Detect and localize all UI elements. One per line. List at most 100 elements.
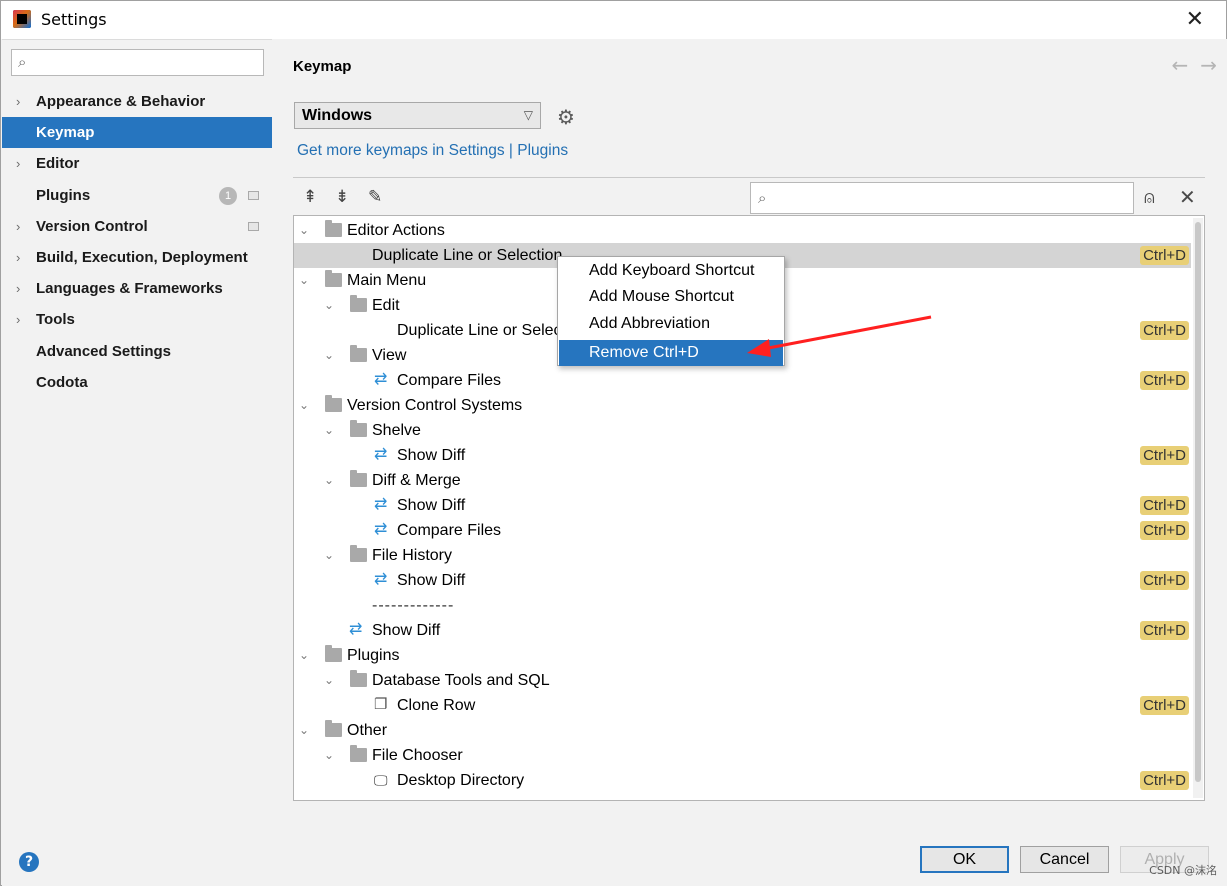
chevron-down-icon[interactable]: ⌄ (324, 293, 334, 318)
chevron-down-icon[interactable]: ⌄ (324, 418, 334, 443)
tree-row-label: Editor Actions (347, 222, 445, 239)
sidebar-item-plugins[interactable]: Plugins 1 (2, 180, 272, 211)
chevron-down-icon[interactable]: ⌄ (299, 218, 309, 243)
find-by-shortcut-icon[interactable]: ⍝ (1144, 187, 1155, 208)
tree-row[interactable]: ⇄ Show Diff Ctrl+D (294, 493, 1191, 518)
expand-all-icon[interactable]: ⇞ (303, 187, 317, 207)
chevron-right-icon[interactable]: › (16, 273, 20, 304)
back-arrow-icon[interactable]: ← (1171, 53, 1188, 77)
gear-icon[interactable]: ⚙ (557, 105, 575, 129)
tree-row[interactable]: ⇄ Show Diff Ctrl+D (294, 568, 1191, 593)
chevron-down-icon[interactable]: ⌄ (324, 343, 334, 368)
sidebar-nav: › Appearance & Behavior Keymap › Editor … (2, 86, 272, 398)
sidebar-search-input[interactable] (38, 52, 258, 73)
keymap-panel: Keymap ← → Windows ▽ ⚙ Get more keymaps i… (272, 39, 1227, 833)
cancel-button[interactable]: Cancel (1020, 846, 1109, 873)
sidebar-item-advanced-settings[interactable]: Advanced Settings (2, 336, 272, 367)
tree-row-label: Compare Files (397, 372, 502, 389)
tree-row-label: Show Diff (397, 497, 466, 514)
chevron-down-icon[interactable]: ⌄ (324, 743, 334, 768)
chevron-down-icon[interactable]: ⌄ (299, 268, 309, 293)
compare-diff-icon: ⇄ (374, 521, 388, 538)
tree-row[interactable]: ⌄ Database Tools and SQL (294, 668, 1191, 693)
close-icon[interactable]: ✕ (1186, 7, 1204, 32)
sidebar-item-label: Advanced Settings (36, 342, 172, 360)
sidebar-item-version-control[interactable]: › Version Control (2, 211, 272, 242)
sidebar-item-codota[interactable]: Codota (2, 367, 272, 398)
chevron-right-icon[interactable]: › (16, 242, 20, 273)
chevron-down-icon[interactable]: ⌄ (299, 393, 309, 418)
shortcut-badge: Ctrl+D (1140, 521, 1189, 540)
sidebar-search[interactable]: ⌕ (11, 49, 264, 76)
sidebar-item-label: Build, Execution, Deployment (36, 248, 248, 266)
tree-row[interactable]: ⇄ Compare Files Ctrl+D (294, 518, 1191, 543)
folder-icon (325, 270, 342, 287)
sidebar-item-build-execution-deployment[interactable]: › Build, Execution, Deployment (2, 242, 272, 273)
chevron-right-icon[interactable]: › (16, 86, 20, 117)
tree-row[interactable]: ⌄ File Chooser (294, 743, 1191, 768)
tree-row[interactable]: ❐ Clone Row Ctrl+D (294, 693, 1191, 718)
tree-row-label: Main Menu (347, 272, 427, 289)
sidebar-item-appearance-behavior[interactable]: › Appearance & Behavior (2, 86, 272, 117)
tree-row[interactable]: ⇄ Compare Files Ctrl+D (294, 368, 1191, 393)
tree-row[interactable]: 🖵 Desktop Directory Ctrl+D (294, 768, 1191, 793)
folder-icon (350, 670, 367, 687)
tree-row[interactable]: ⌄ Diff & Merge (294, 468, 1191, 493)
get-more-keymaps-link[interactable]: Get more keymaps in Settings | Plugins (297, 142, 568, 160)
menu-item-add-keyboard-shortcut[interactable]: Add Keyboard Shortcut (559, 258, 783, 284)
folder-icon (325, 395, 342, 412)
tree-row-label: Other (347, 722, 388, 739)
keymap-dropdown-value: Windows (302, 107, 373, 124)
tree-row[interactable]: ⇄ Show Diff Ctrl+D (294, 443, 1191, 468)
sidebar-item-label: Editor (36, 155, 80, 173)
clear-filter-icon[interactable]: ✕ (1179, 185, 1196, 209)
page-title: Keymap (293, 58, 352, 75)
tree-row-label: Edit (372, 297, 400, 314)
action-filter-search[interactable]: ⌕ (750, 182, 1134, 214)
tree-row-separator: ------------- (294, 593, 1191, 618)
forward-arrow-icon[interactable]: → (1200, 53, 1217, 77)
dialog-footer: ? OK Cancel Apply CSDN @沫洺 (2, 833, 1227, 886)
ok-button[interactable]: OK (920, 846, 1009, 873)
chevron-right-icon[interactable]: › (16, 304, 20, 335)
action-filter-input[interactable] (779, 188, 1119, 208)
chevron-down-icon[interactable]: ⌄ (324, 543, 334, 568)
clone-row-icon: ❐ (374, 696, 388, 713)
compare-diff-icon: ⇄ (374, 371, 388, 388)
folder-icon (350, 295, 367, 312)
tree-row[interactable]: ⌄ Plugins (294, 643, 1191, 668)
keymap-dropdown[interactable]: Windows ▽ (294, 102, 541, 129)
collapse-all-icon[interactable]: ⇟ (335, 187, 349, 207)
chevron-right-icon[interactable]: › (16, 148, 20, 179)
search-icon: ⌕ (758, 189, 767, 207)
chevron-down-icon[interactable]: ⌄ (299, 643, 309, 668)
scrollbar-thumb[interactable] (1195, 222, 1201, 782)
shortcut-badge: Ctrl+D (1140, 321, 1189, 340)
tree-row-label: Diff & Merge (372, 472, 461, 489)
tree-row-label: Desktop Directory (397, 772, 525, 789)
sidebar-item-tools[interactable]: › Tools (2, 304, 272, 335)
tree-row[interactable]: ⌄ Version Control Systems (294, 393, 1191, 418)
chevron-down-icon[interactable]: ⌄ (299, 718, 309, 743)
chevron-down-icon[interactable]: ⌄ (324, 468, 334, 493)
tree-row-label: Show Diff (372, 622, 441, 639)
tree-row[interactable]: ⌄ Shelve (294, 418, 1191, 443)
menu-item-add-mouse-shortcut[interactable]: Add Mouse Shortcut (559, 284, 783, 310)
shortcut-badge: Ctrl+D (1140, 246, 1189, 265)
tree-row[interactable]: ⌄ File History (294, 543, 1191, 568)
tree-row-label: File History (372, 547, 453, 564)
sidebar-item-keymap[interactable]: Keymap (2, 117, 272, 149)
compare-diff-icon: ⇄ (374, 446, 388, 463)
folder-icon (350, 545, 367, 562)
chevron-down-icon[interactable]: ⌄ (324, 668, 334, 693)
project-level-icon (248, 190, 259, 200)
sidebar-item-editor[interactable]: › Editor (2, 148, 272, 179)
tree-row[interactable]: ⇄ Show Diff Ctrl+D (294, 618, 1191, 643)
chevron-right-icon[interactable]: › (16, 211, 20, 242)
tree-scrollbar[interactable] (1193, 218, 1203, 798)
tree-row[interactable]: ⌄ Editor Actions (294, 218, 1191, 243)
edit-pencil-icon[interactable]: ✎ (368, 187, 382, 207)
tree-row[interactable]: ⌄ Other (294, 718, 1191, 743)
help-icon[interactable]: ? (19, 852, 39, 872)
sidebar-item-languages-frameworks[interactable]: › Languages & Frameworks (2, 273, 272, 304)
